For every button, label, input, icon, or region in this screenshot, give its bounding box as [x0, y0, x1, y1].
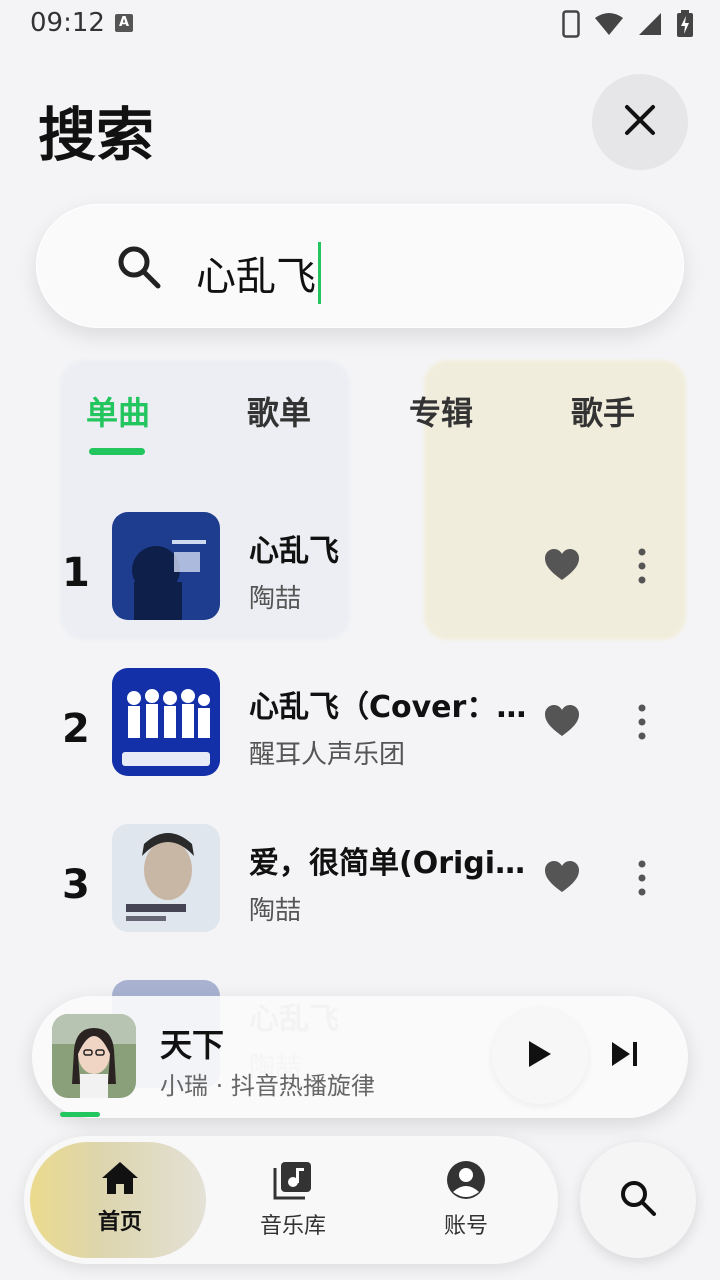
song-row[interactable]: 2 心乱飞（Cover：陶喆） 醒耳人声乐团 — [0, 668, 720, 788]
account-icon — [446, 1161, 486, 1204]
close-button[interactable] — [592, 74, 688, 170]
search-icon — [619, 1179, 657, 1221]
favorite-heart-icon[interactable] — [544, 860, 580, 898]
mini-player[interactable]: 天下 小瑞 · 抖音热播旋律 — [32, 996, 688, 1118]
search-input[interactable]: 心乱飞 — [196, 242, 321, 310]
favorite-heart-icon[interactable] — [544, 548, 580, 586]
tab-indicator — [89, 448, 145, 455]
skip-next-icon[interactable] — [610, 1040, 640, 1072]
tab-albums[interactable]: 专辑 — [409, 388, 473, 434]
favorite-heart-icon[interactable] — [544, 704, 580, 742]
home-icon — [100, 1162, 140, 1200]
song-cover — [112, 512, 220, 620]
tab-artists[interactable]: 歌手 — [571, 388, 635, 434]
more-options-icon[interactable] — [634, 704, 650, 744]
status-time: 09:12 — [30, 8, 105, 38]
more-options-icon[interactable] — [634, 548, 650, 588]
song-rank: 2 — [62, 706, 90, 752]
bottom-navigation: 首页 音乐库 账号 — [24, 1136, 558, 1264]
search-icon — [116, 244, 162, 294]
nav-label: 音乐库 — [259, 1214, 326, 1239]
battery-charging-icon — [676, 10, 694, 42]
nav-item-music-library[interactable]: 音乐库 — [233, 1160, 353, 1240]
nav-label: 账号 — [443, 1214, 488, 1239]
song-title: 爱，很简单(Original) — [249, 846, 529, 881]
search-button[interactable] — [580, 1142, 696, 1258]
now-playing-subtitle: 小瑞 · 抖音热播旋律 — [160, 1072, 375, 1100]
search-bar[interactable]: 心乱飞 — [36, 204, 684, 328]
song-title: 心乱飞 — [249, 534, 339, 569]
page-title: 搜索 — [38, 101, 155, 169]
nav-label: 首页 — [97, 1210, 142, 1235]
result-tabs: 单曲 歌单 专辑 歌手 — [0, 388, 720, 468]
status-bar: 09:12 A — [0, 0, 720, 48]
song-rank: 3 — [62, 862, 90, 908]
keyboard-indicator-icon: A — [115, 14, 133, 32]
now-playing-title: 天下 — [160, 1026, 225, 1064]
song-artist: 陶喆 — [249, 584, 302, 614]
tab-playlists[interactable]: 歌单 — [247, 388, 311, 434]
song-title: 心乱飞（Cover：陶喆） — [249, 690, 529, 725]
song-row[interactable]: 1 心乱飞 陶喆 — [0, 512, 720, 632]
nav-item-home[interactable]: 首页 — [60, 1160, 180, 1236]
play-button[interactable] — [492, 1008, 588, 1104]
close-icon — [623, 103, 657, 141]
playback-progress — [60, 1112, 100, 1117]
tab-songs[interactable]: 单曲 — [86, 388, 150, 434]
more-options-icon[interactable] — [634, 860, 650, 900]
music-library-icon — [273, 1162, 313, 1204]
song-artist: 醒耳人声乐团 — [249, 740, 406, 770]
text-caret — [318, 242, 321, 304]
song-cover — [112, 824, 220, 932]
phone-icon — [562, 10, 580, 42]
search-input-text: 心乱飞 — [196, 254, 316, 300]
now-playing-cover — [52, 1014, 136, 1098]
signal-icon — [638, 12, 662, 40]
play-icon — [527, 1039, 553, 1073]
song-rank: 1 — [62, 550, 90, 596]
nav-item-account[interactable]: 账号 — [406, 1160, 526, 1240]
song-row[interactable]: 3 爱，很简单(Original) 陶喆 — [0, 824, 720, 944]
song-cover — [112, 668, 220, 776]
wifi-icon — [594, 12, 624, 40]
song-artist: 陶喆 — [249, 896, 302, 926]
